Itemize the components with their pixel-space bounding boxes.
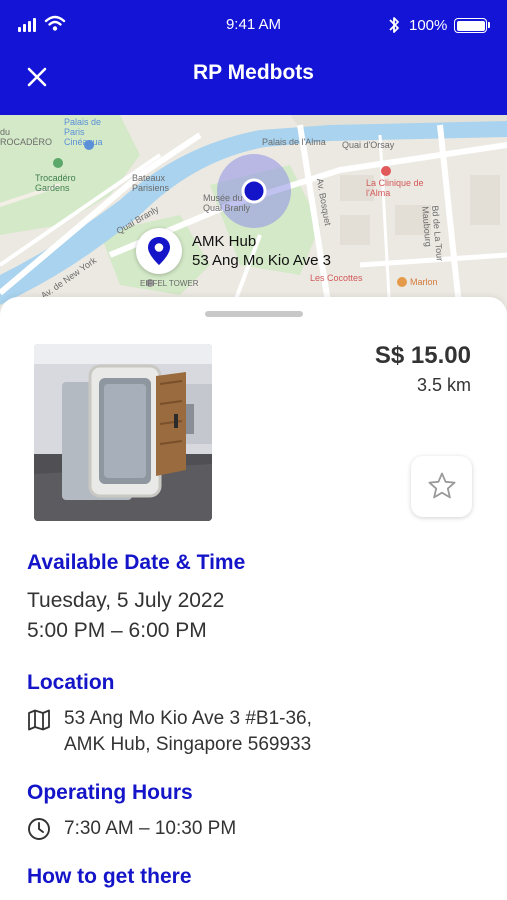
map-label: Quai d'Orsay [342,140,395,150]
location-row: 53 Ang Mo Kio Ave 3 #B1-36, AMK Hub, Sin… [27,706,312,758]
details-sheet: S$ 15.00 3.5 km Available Date & Time Tu… [0,297,507,900]
address-line-1: 53 Ang Mo Kio Ave 3 #B1-36, [64,708,312,729]
map-label: Bd de La Tour Maubourg [420,205,445,262]
map-label: Bateaux Parisiens [132,173,170,193]
booth-photo [34,344,212,521]
map-label: du ROCADÉRO [0,127,53,147]
price-label: S$ 15.00 [374,342,471,369]
pin-label-name: AMK Hub [192,233,257,250]
location-pin-marker[interactable] [136,228,182,274]
location-title: Location [27,671,115,694]
map-label: Av. Bosquet [314,177,333,227]
map-label: Marlon [410,277,438,287]
clock-icon [28,818,50,840]
address-line-2: AMK Hub, Singapore 569933 [64,734,312,755]
map-label: Av. de New York [39,255,99,301]
map-label: Palais de Paris Cinéaqua [64,117,103,147]
map-label: Les Cocottes [310,273,363,283]
booth-photo-graphic [34,344,212,521]
map-label: Trocadéro Gardens [35,173,76,193]
battery-icon [454,18,487,33]
app-header: 9:41 AM 100% RP Medbots [0,0,507,115]
star-icon [428,472,456,499]
map-label: La Clinique de l'Alma [366,178,424,198]
battery-percent: 100% [409,17,448,34]
availability-date: Tuesday, 5 July 2022 [27,589,225,612]
battery-cap [488,22,490,28]
status-bar: 9:41 AM 100% [0,0,507,52]
pin-label-address: 53 Ang Mo Kio Ave 3 [192,252,331,269]
directions-title[interactable]: How to get there [27,865,192,889]
distance-label: 3.5 km [416,375,471,395]
map-labels: Palais de l'Alma Quai d'Orsay La Cliniqu… [0,115,507,315]
sheet-grabber[interactable] [205,311,303,317]
pin-label: AMK Hub 53 Ang Mo Kio Ave 3 [192,232,331,270]
availability-title: Available Date & Time [27,551,246,574]
favorite-button[interactable] [411,456,472,517]
operating-hours-title: Operating Hours [27,781,193,804]
operating-hours-value: 7:30 AM – 10:30 PM [64,818,237,839]
operating-hours-row: 7:30 AM – 10:30 PM [27,816,236,842]
page-title: RP Medbots [193,61,314,84]
map-label: Palais de l'Alma [262,137,326,147]
bluetooth-icon [389,17,399,33]
map-view[interactable]: Palais de l'Alma Quai d'Orsay La Cliniqu… [0,115,507,315]
availability-time: 5:00 PM – 6:00 PM [27,619,207,642]
location-pin-icon [148,237,170,265]
map-label: Musée du Quai Branly [203,193,251,213]
location-address: 53 Ang Mo Kio Ave 3 #B1-36, AMK Hub, Sin… [64,706,312,758]
map-label: EIFFEL TOWER [140,279,199,288]
map-icon [28,709,50,731]
